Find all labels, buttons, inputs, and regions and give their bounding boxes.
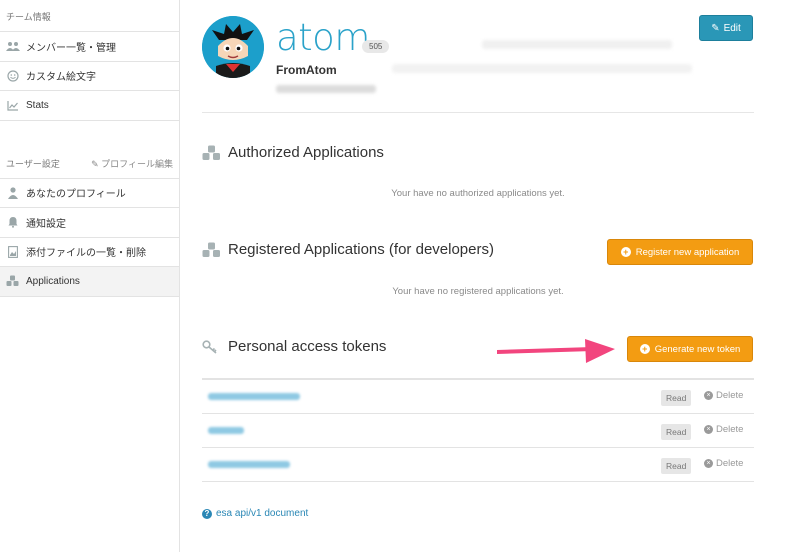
profile-description-redacted <box>482 40 672 49</box>
close-circle-icon: × <box>704 425 713 434</box>
user-section-header: ユーザー設定 ✎ プロフィール編集 <box>0 149 179 179</box>
delete-token-link[interactable]: × Delete <box>704 424 743 435</box>
sidebar-item-profile[interactable]: あなたのプロフィール <box>0 179 179 208</box>
profile-edit-link[interactable]: ✎ プロフィール編集 <box>91 149 173 179</box>
authorized-apps-empty: Your have no authorized applications yet… <box>391 188 565 199</box>
cubes-icon <box>6 275 20 287</box>
token-scope-badge: Read <box>661 458 692 474</box>
settings-sidebar: チーム情報 メンバー一覧・管理 カスタム絵文字 Stats ユーザー設定 ✎ プ… <box>0 0 180 552</box>
sidebar-item-label: カスタム絵文字 <box>26 72 96 84</box>
post-count-badge: 505 <box>362 40 390 53</box>
user-icon <box>6 187 20 199</box>
sidebar-item-stats[interactable]: Stats <box>0 91 179 121</box>
sidebar-item-members[interactable]: メンバー一覧・管理 <box>0 32 179 62</box>
pencil-icon: ✎ <box>91 158 99 169</box>
registered-apps-heading: Registered Applications (for developers) <box>202 241 494 258</box>
pencil-icon: ✎ <box>711 22 720 34</box>
plus-circle-icon: + <box>620 247 631 257</box>
sidebar-item-attachments[interactable]: 添付ファイルの一覧・削除 <box>0 238 179 267</box>
delete-label: Delete <box>716 390 744 401</box>
register-new-application-button[interactable]: + Register new application <box>607 239 753 265</box>
api-document-label: esa api/v1 document <box>216 508 309 519</box>
profile-name: atom <box>276 16 370 59</box>
avatar <box>202 16 264 78</box>
generate-token-button-label: Generate new token <box>654 343 741 355</box>
registered-apps-title: Registered Applications (for developers) <box>228 241 494 258</box>
profile-edit-label: プロフィール編集 <box>101 158 173 169</box>
cubes-icon <box>202 242 222 258</box>
bell-icon <box>6 216 20 229</box>
authorized-apps-title: Authorized Applications <box>228 144 384 161</box>
token-name-redacted[interactable] <box>208 461 290 468</box>
divider <box>202 112 754 113</box>
annotation-arrow <box>497 339 615 363</box>
sidebar-item-label: あなたのプロフィール <box>26 189 126 201</box>
sidebar-item-label: 通知設定 <box>26 218 66 230</box>
authorized-apps-heading: Authorized Applications <box>202 144 384 161</box>
user-section-label: ユーザー設定 <box>6 158 60 169</box>
delete-token-link[interactable]: × Delete <box>704 390 743 401</box>
table-row: Read × Delete <box>202 448 754 482</box>
close-circle-icon: × <box>704 391 713 400</box>
profile-email-redacted <box>276 85 376 93</box>
image-icon <box>6 245 20 258</box>
token-scope-badge: Read <box>661 424 692 440</box>
delete-label: Delete <box>716 424 744 435</box>
delete-token-link[interactable]: × Delete <box>704 458 743 469</box>
registered-apps-empty: Your have no registered applications yet… <box>392 286 564 297</box>
team-section-label: チーム情報 <box>6 12 51 22</box>
smiley-icon <box>6 70 20 82</box>
chart-icon <box>6 99 20 111</box>
generate-new-token-button[interactable]: + Generate new token <box>627 336 753 362</box>
register-button-label: Register new application <box>635 246 740 258</box>
sidebar-item-label: Stats <box>26 99 49 111</box>
plus-circle-icon: + <box>639 344 650 354</box>
profile-screen-name: FromAtom <box>276 63 337 77</box>
profile-description-redacted <box>392 64 692 73</box>
sidebar-item-label: 添付ファイルの一覧・削除 <box>26 248 146 260</box>
token-name-redacted[interactable] <box>208 393 300 400</box>
table-row: Read × Delete <box>202 414 754 448</box>
tokens-title: Personal access tokens <box>228 338 387 355</box>
delete-label: Delete <box>716 458 744 469</box>
team-section-header: チーム情報 <box>0 0 179 32</box>
edit-profile-button[interactable]: ✎ Edit <box>699 15 753 41</box>
tokens-heading: Personal access tokens <box>202 338 386 355</box>
sidebar-item-label: メンバー一覧・管理 <box>26 42 116 54</box>
sidebar-item-label: Applications <box>26 275 80 287</box>
sidebar-item-custom-emoji[interactable]: カスタム絵文字 <box>0 62 179 91</box>
table-row: Read × Delete <box>202 380 754 414</box>
cubes-icon <box>202 145 222 161</box>
key-icon <box>202 339 222 355</box>
token-name-redacted[interactable] <box>208 427 244 434</box>
token-scope-badge: Read <box>661 390 692 406</box>
users-icon <box>6 40 20 52</box>
sidebar-item-applications[interactable]: Applications <box>0 267 179 297</box>
close-circle-icon: × <box>704 459 713 468</box>
question-circle-icon: ? <box>202 508 212 519</box>
sidebar-item-notifications[interactable]: 通知設定 <box>0 208 179 238</box>
api-document-link[interactable]: ? esa api/v1 document <box>202 508 308 519</box>
edit-button-label: Edit <box>723 22 741 34</box>
token-table: Read × Delete Read × Delete Read × Delet… <box>202 378 754 482</box>
